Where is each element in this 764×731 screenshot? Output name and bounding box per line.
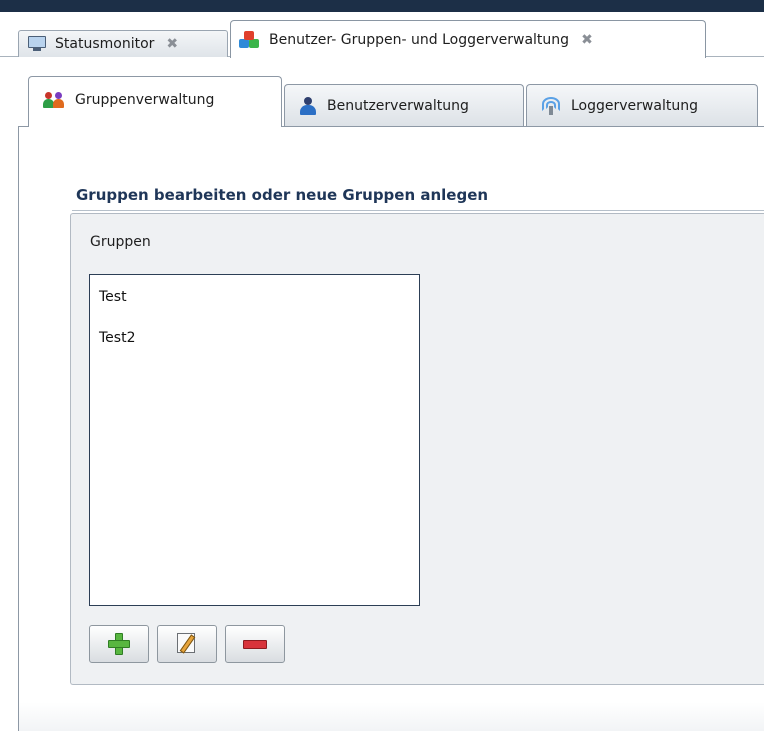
pencil-icon xyxy=(177,633,197,655)
tab-loggerverwaltung[interactable]: Loggerverwaltung xyxy=(526,84,758,126)
radio-icon xyxy=(541,96,561,115)
tab-benutzerverwaltung[interactable]: Benutzerverwaltung xyxy=(284,84,524,126)
tab-label: Loggerverwaltung xyxy=(571,97,698,114)
tab-label: Gruppenverwaltung xyxy=(75,92,215,108)
users-icon xyxy=(43,91,65,109)
tab-label: Benutzerverwaltung xyxy=(327,97,469,114)
list-item[interactable]: Test2 xyxy=(99,330,135,346)
close-icon[interactable]: ✖ xyxy=(581,32,593,48)
section-divider xyxy=(72,210,764,211)
tab-benutzer-gruppen-loggerverwaltung[interactable]: Benutzer- Gruppen- und Loggerverwaltung … xyxy=(230,20,706,58)
tab-label: Benutzer- Gruppen- und Loggerverwaltung xyxy=(269,31,570,48)
add-group-button[interactable] xyxy=(89,625,149,663)
delete-group-button[interactable] xyxy=(225,625,285,663)
list-item[interactable]: Test xyxy=(99,289,127,305)
panel-bottom-shade xyxy=(19,702,764,731)
groups-listbox[interactable]: Test Test2 xyxy=(89,274,420,606)
close-icon[interactable]: ✖ xyxy=(166,36,178,52)
tab-statusmonitor[interactable]: Statusmonitor ✖ xyxy=(18,30,228,57)
blocks-icon xyxy=(239,30,261,49)
tab-label: Statusmonitor xyxy=(55,36,155,52)
monitor-icon xyxy=(27,36,47,52)
user-icon xyxy=(299,96,317,115)
edit-group-button[interactable] xyxy=(157,625,217,663)
plus-icon xyxy=(108,633,130,655)
minus-icon xyxy=(243,639,267,649)
section-title: Gruppen bearbeiten oder neue Gruppen anl… xyxy=(76,186,489,204)
tab-gruppenverwaltung[interactable]: Gruppenverwaltung xyxy=(28,76,282,127)
groups-label: Gruppen xyxy=(90,234,151,250)
window-top-bar xyxy=(0,0,764,12)
